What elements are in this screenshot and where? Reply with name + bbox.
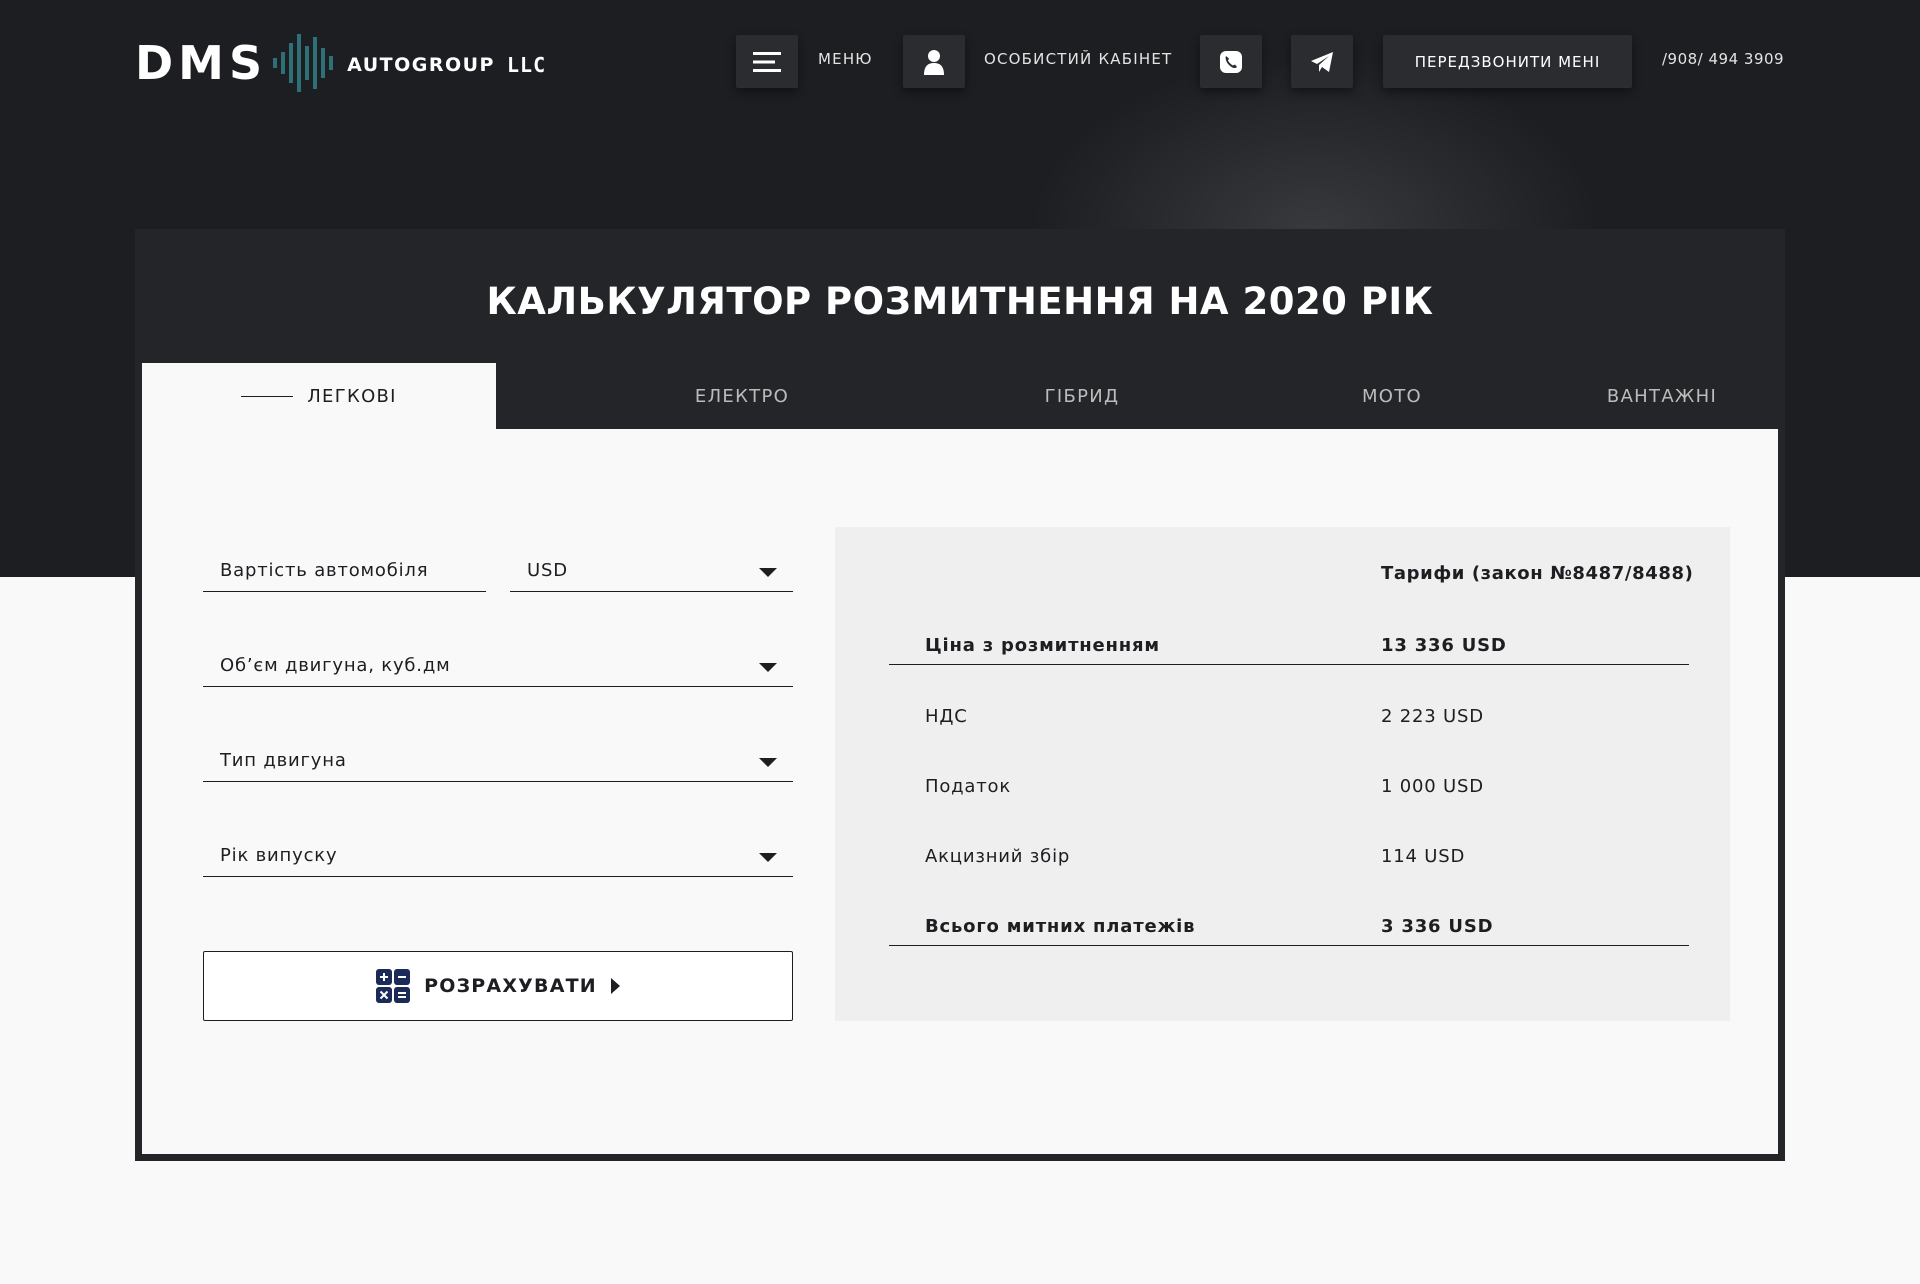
telegram-icon — [1311, 51, 1333, 72]
viber-button[interactable] — [1200, 35, 1262, 88]
calculator-icon — [376, 969, 411, 1003]
results-panel — [835, 527, 1730, 1021]
tab-trucks[interactable]: ВАНТАЖНІ — [1542, 363, 1782, 429]
menu-label[interactable]: МЕНЮ — [818, 50, 873, 68]
result-label: Акцизний збір — [925, 846, 1071, 867]
result-label: НДС — [925, 706, 968, 727]
tab-hybrid[interactable]: ГІБРИД — [932, 363, 1232, 429]
tab-label: МОТО — [1361, 385, 1423, 407]
tab-label: ВАНТАЖНІ — [1606, 385, 1718, 407]
engine-volume-label: Об’єм двигуна, куб.дм — [220, 655, 451, 676]
result-row-vat: НДС 2 223 USD — [889, 706, 1689, 736]
result-label: Всього митних платежів — [925, 916, 1196, 937]
tab-label: ЛЕГКОВІ — [307, 385, 397, 407]
chevron-down-icon — [759, 568, 777, 577]
account-button[interactable] — [903, 35, 965, 88]
year-label: Рік випуску — [220, 845, 338, 866]
logo-dms-text: DMS — [135, 36, 268, 90]
vehicle-tabs: ЛЕГКОВІ ЕЛЕКТРО ГІБРИД МОТО ВАНТАЖНІ — [142, 363, 1778, 429]
result-label: Ціна з розмитненням — [925, 635, 1160, 656]
calculator-title: КАЛЬКУЛЯТОР РОЗМИТНЕННЯ НА 2020 РІК — [486, 280, 1434, 323]
currency-value: USD — [527, 560, 568, 581]
calculate-label: РОЗРАХУВАТИ — [424, 975, 597, 997]
tab-label: ЕЛЕКТРО — [694, 385, 790, 407]
engine-type-label: Тип двигуна — [220, 750, 347, 771]
calculate-button[interactable]: РОЗРАХУВАТИ — [203, 951, 793, 1021]
menu-button[interactable] — [736, 35, 798, 88]
tab-moto[interactable]: МОТО — [1242, 363, 1542, 429]
result-value: 114 USD — [1381, 846, 1466, 867]
car-value-input[interactable]: Вартість автомобіля — [203, 560, 486, 592]
user-icon — [924, 49, 944, 75]
result-label: Податок — [925, 776, 1011, 797]
tab-cars[interactable]: ЛЕГКОВІ — [142, 363, 496, 429]
account-label[interactable]: ОСОБИСТИЙ КАБІНЕТ — [984, 50, 1172, 68]
logo-autogroup-text: AUTOGROUP — [347, 54, 495, 76]
results-header: Тарифи (закон №8487/8488) — [1381, 563, 1694, 584]
result-row-customs-total: Всього митних платежів 3 336 USD — [889, 916, 1689, 946]
tab-electric[interactable]: ЕЛЕКТРО — [592, 363, 892, 429]
result-row-total-price: Ціна з розмитненням 13 336 USD — [889, 635, 1689, 665]
phone-number[interactable]: /908/ 494 3909 — [1662, 50, 1784, 68]
result-row-excise: Акцизний збір 114 USD — [889, 846, 1689, 876]
result-value: 2 223 USD — [1381, 706, 1484, 727]
logo-soundwave-icon — [273, 34, 334, 92]
result-value: 3 336 USD — [1381, 916, 1494, 937]
result-value: 13 336 USD — [1381, 635, 1507, 656]
menu-icon — [753, 51, 781, 72]
logo-llc-text: LLC — [507, 53, 547, 77]
tab-label: ГІБРИД — [1044, 385, 1120, 407]
result-value: 1 000 USD — [1381, 776, 1484, 797]
logo[interactable]: DMS AUTOGROUP LLC — [135, 34, 546, 92]
result-row-tax: Податок 1 000 USD — [889, 776, 1689, 806]
currency-select[interactable]: USD — [510, 560, 793, 592]
callback-button[interactable]: ПЕРЕДЗВОНИТИ МЕНІ — [1383, 35, 1632, 88]
year-select[interactable]: Рік випуску — [203, 845, 793, 877]
car-value-placeholder: Вартість автомобіля — [220, 560, 429, 581]
active-tab-indicator — [241, 395, 294, 397]
chevron-down-icon — [759, 853, 777, 862]
engine-type-select[interactable]: Тип двигуна — [203, 750, 793, 782]
viber-icon — [1220, 50, 1242, 73]
play-arrow-icon — [610, 978, 620, 994]
telegram-button[interactable] — [1291, 35, 1353, 88]
chevron-down-icon — [759, 758, 777, 767]
engine-volume-select[interactable]: Об’єм двигуна, куб.дм — [203, 655, 793, 687]
chevron-down-icon — [759, 663, 777, 672]
